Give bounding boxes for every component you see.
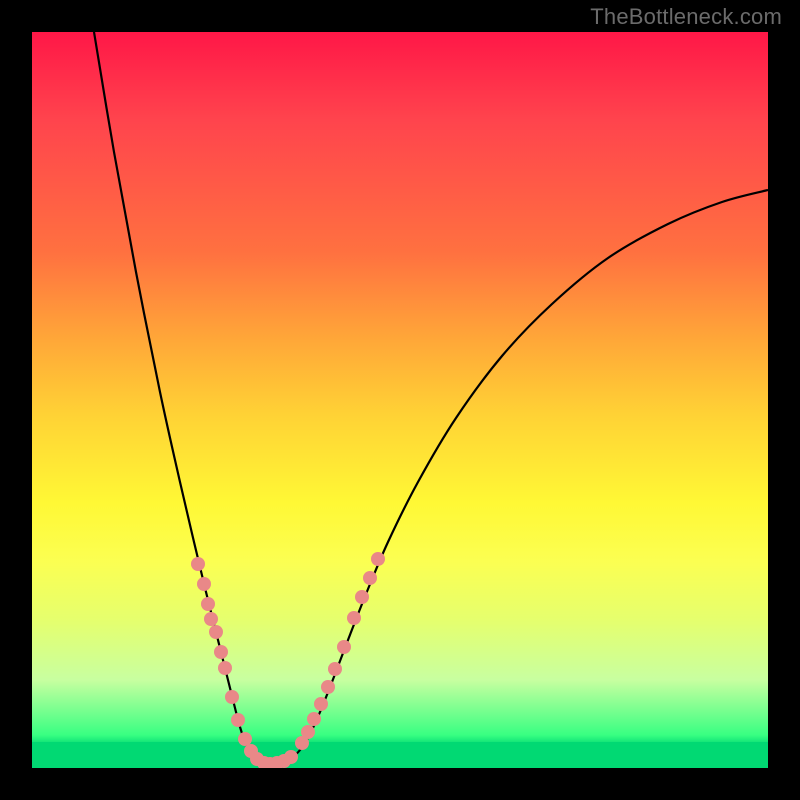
data-marker [321, 680, 335, 694]
data-marker [284, 750, 298, 764]
data-marker [363, 571, 377, 585]
markers-left-cluster [191, 557, 298, 768]
data-marker [314, 697, 328, 711]
chart-frame: TheBottleneck.com [0, 0, 800, 800]
data-marker [218, 661, 232, 675]
data-marker [204, 612, 218, 626]
data-marker [371, 552, 385, 566]
data-marker [328, 662, 342, 676]
data-marker [214, 645, 228, 659]
data-marker [347, 611, 361, 625]
left-curve [94, 32, 270, 764]
watermark-text: TheBottleneck.com [590, 4, 782, 30]
data-marker [191, 557, 205, 571]
data-marker [197, 577, 211, 591]
data-marker [301, 725, 315, 739]
data-marker [231, 713, 245, 727]
data-marker [355, 590, 369, 604]
markers-right-cluster [295, 552, 385, 750]
data-marker [337, 640, 351, 654]
data-marker [238, 732, 252, 746]
data-marker [201, 597, 215, 611]
curve-layer [32, 32, 768, 768]
data-marker [209, 625, 223, 639]
data-marker [225, 690, 239, 704]
plot-area [32, 32, 768, 768]
right-curve [270, 190, 768, 764]
data-marker [307, 712, 321, 726]
